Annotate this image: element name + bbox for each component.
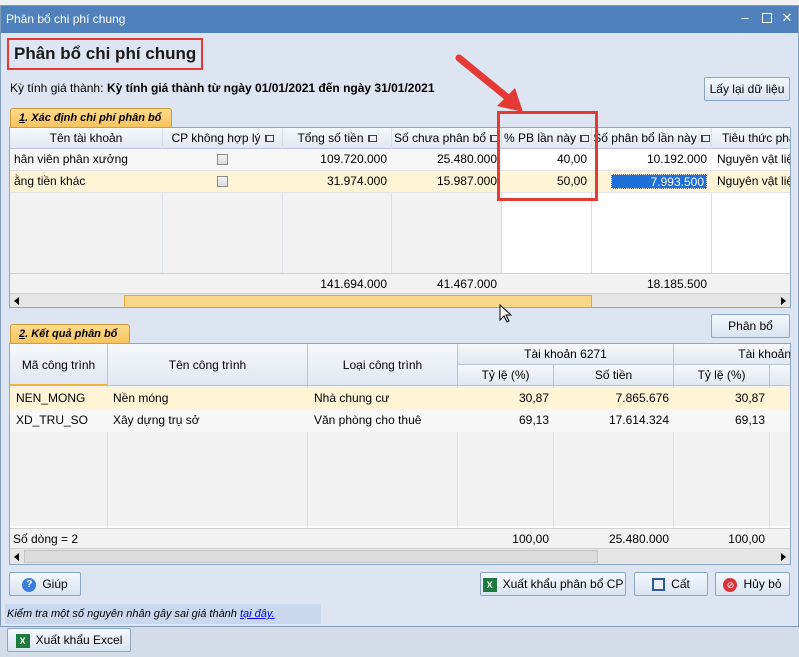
table-row[interactable]: XD_TRU_SO Xây dựng trụ sở Văn phòng cho … [10, 410, 790, 432]
col-amount-header[interactable]: Số phân bổ lần này [592, 128, 712, 149]
amount-cell: 7.865.676 [615, 391, 669, 405]
col-account-header[interactable]: Tên tài khoản [10, 128, 163, 149]
col-unreasonable-header[interactable]: CP không hợp lý [163, 128, 283, 149]
code-cell: NEN_MONG [16, 391, 86, 405]
allocate-button[interactable]: Phân bổ [711, 314, 790, 338]
scroll-left-icon[interactable] [14, 297, 19, 305]
col-total-header[interactable]: Tổng số tiền [283, 128, 392, 149]
col-ratio2-header[interactable]: Tỷ lệ (%) [674, 365, 770, 386]
help-icon: ? [22, 577, 37, 592]
total-sum: 141.694.000 [320, 277, 387, 291]
total-cell: 109.720.000 [320, 152, 387, 166]
ratio2-cell: 30,87 [734, 391, 765, 405]
reload-data-button[interactable]: Lấy lại dữ liệu [704, 77, 790, 101]
period-value: Kỳ tính giá thành từ ngày 01/01/2021 đến… [107, 81, 435, 95]
criteria-cell[interactable]: Nguyên vật liệ [711, 149, 790, 170]
type-cell: Nhà chung cư [314, 391, 390, 405]
window-title: Phân bổ chi phí chung [6, 12, 126, 26]
col-group2-header[interactable]: Tài khoản [674, 344, 790, 365]
status-bar: Kiểm tra một số nguyên nhân gây sai giá … [5, 604, 321, 624]
cancel-icon: ⊘ [723, 577, 738, 592]
unreasonable-checkbox[interactable] [162, 171, 282, 192]
result-grid[interactable]: Mã công trình Tên công trình Loại công t… [9, 343, 791, 565]
amount-cell[interactable]: 10.192.000 [591, 149, 711, 170]
horizontal-scrollbar[interactable] [10, 293, 790, 307]
ratio2-cell: 69,13 [734, 413, 765, 427]
scrollbar-thumb[interactable] [124, 295, 592, 307]
unallocated-sum: 41.467.000 [436, 277, 497, 291]
pin-icon[interactable] [367, 135, 377, 143]
unreasonable-checkbox[interactable] [162, 149, 282, 170]
table-row[interactable]: ằng tiền khác 31.974.000 15.987.000 50,0… [10, 171, 790, 193]
account-cell: hân viên phân xưởng [14, 152, 128, 166]
tab1-label: . Xác định chi phí phân bổ [25, 112, 162, 124]
save-button[interactable]: Cất [634, 572, 708, 596]
name-cell: Nền móng [113, 391, 169, 405]
ratio2-sum: 100,00 [728, 532, 765, 546]
account-cell: ằng tiền khác [14, 174, 86, 188]
amount-sum: 25.480.000 [608, 532, 669, 546]
table-row[interactable]: NEN_MONG Nền móng Nhà chung cư 30,87 7.8… [10, 388, 790, 410]
pin-icon[interactable] [264, 135, 274, 143]
excel-icon: X [15, 633, 30, 648]
ratio-cell: 30,87 [518, 391, 549, 405]
name-cell: Xây dựng trụ sở [113, 413, 200, 427]
ratio-sum: 100,00 [512, 532, 549, 546]
totals-row: 141.694.000 41.467.000 18.185.500 [10, 273, 790, 293]
save-icon [652, 578, 666, 592]
ratio-cell: 69,13 [518, 413, 549, 427]
close-icon[interactable]: ✕ [780, 11, 794, 25]
col-ratio-header[interactable]: Tỷ lệ (%) [458, 365, 554, 386]
tab-allocation-result[interactable]: 2. Kết quả phân bổ [10, 324, 130, 344]
export-excel-button[interactable]: X Xuất khẩu Excel [7, 628, 131, 652]
maximize-icon[interactable] [760, 11, 774, 25]
amount-cell-selected[interactable]: 7.993.500 [591, 171, 711, 192]
total-cell: 31.974.000 [326, 174, 387, 188]
col-criteria-header[interactable]: Tiêu thức phâ [712, 128, 790, 149]
tab2-label: . Kết quả phân bổ [25, 328, 118, 340]
annotation-arrow-icon [455, 54, 523, 112]
tab-determine-allocation[interactable]: 1. Xác định chi phí phân bổ [10, 108, 172, 128]
scrollbar-thumb[interactable] [24, 550, 598, 563]
status-link[interactable]: tại đây. [240, 608, 275, 620]
result-footer: Số dòng = 2 100,00 25.480.000 100,00 [10, 528, 790, 548]
col-name-header[interactable]: Tên công trình [108, 344, 308, 386]
excel-icon: X [482, 577, 497, 592]
status-text: Kiểm tra một số nguyên nhân gây sai giá … [7, 608, 240, 620]
table-row[interactable]: hân viên phân xưởng 109.720.000 25.480.0… [10, 149, 790, 171]
page-title: Phân bổ chi phí chung [7, 38, 204, 70]
allocation-grid[interactable]: Tên tài khoản CP không hợp lý Tổng số ti… [9, 127, 791, 308]
col-code-header[interactable]: Mã công trình [10, 344, 108, 386]
row-count: Số dòng = 2 [13, 532, 79, 546]
export-allocation-button[interactable]: X Xuất khẩu phân bổ CP [480, 572, 626, 596]
unallocated-cell: 25.480.000 [436, 152, 497, 166]
cancel-button[interactable]: ⊘ Hủy bỏ [715, 572, 790, 596]
type-cell: Văn phòng cho thuê [314, 413, 422, 427]
mouse-cursor-icon [499, 304, 513, 323]
help-button[interactable]: ? Giúp [9, 572, 81, 596]
allocation-dialog: Phân bổ chi phí chung – ✕ Phân bổ chi ph… [0, 5, 799, 627]
unallocated-cell: 15.987.000 [436, 174, 497, 188]
col-amount2-header[interactable]: Số tiền [554, 365, 674, 386]
col-unallocated-header[interactable]: Số chưa phân bổ [392, 128, 502, 149]
pin-icon[interactable] [700, 135, 710, 143]
criteria-cell[interactable]: Nguyên vật liệ [711, 171, 790, 192]
amount-cell: 17.614.324 [608, 413, 669, 427]
scroll-left-icon[interactable] [14, 553, 19, 561]
minimize-icon[interactable]: – [738, 11, 752, 25]
title-bar: Phân bổ chi phí chung – ✕ [1, 6, 798, 33]
highlight-box [497, 111, 598, 201]
col-type-header[interactable]: Loại công trình [308, 344, 458, 386]
period-label: Kỳ tính giá thành: [10, 81, 104, 95]
amount-sum: 18.185.500 [646, 277, 707, 291]
scroll-right-icon[interactable] [781, 553, 786, 561]
code-cell: XD_TRU_SO [16, 413, 89, 427]
scroll-right-icon[interactable] [781, 297, 786, 305]
col-group1-header[interactable]: Tài khoản 6271 [458, 344, 674, 365]
horizontal-scrollbar[interactable] [10, 548, 790, 564]
